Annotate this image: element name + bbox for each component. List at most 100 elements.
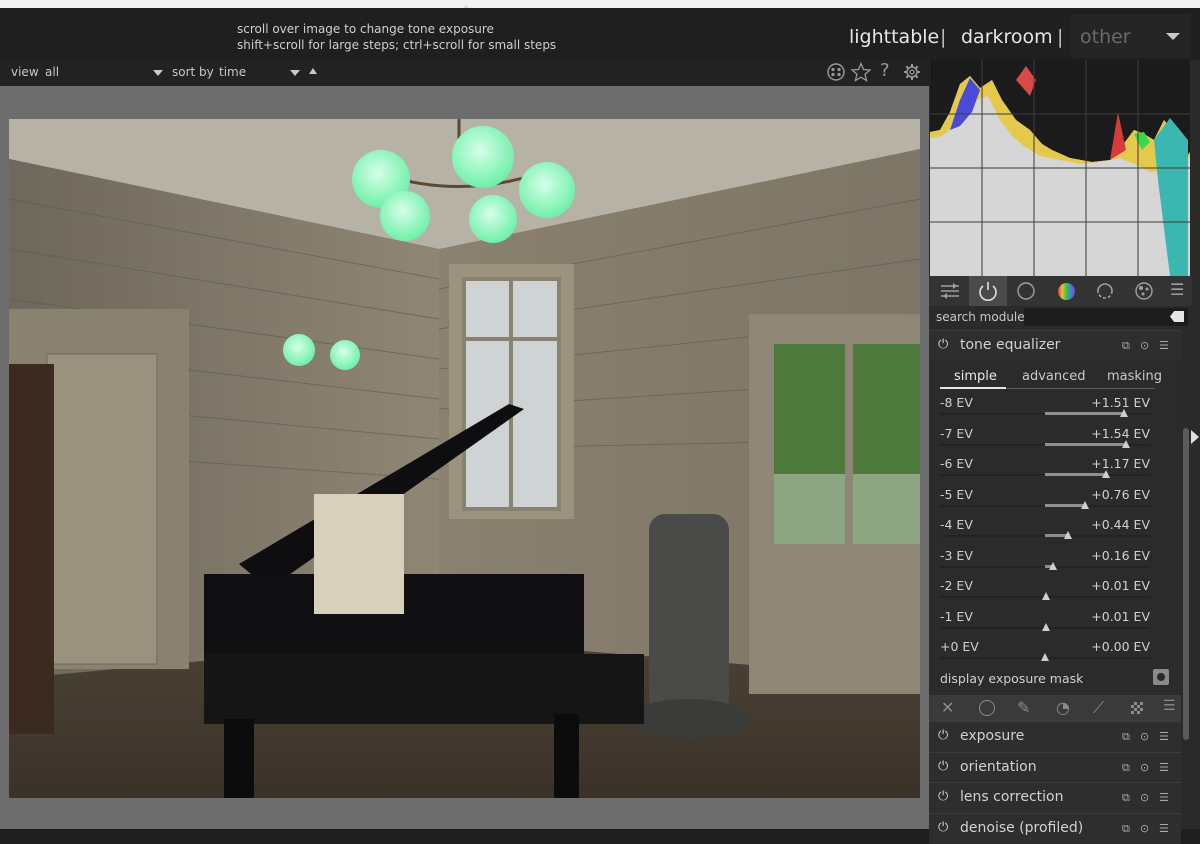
ev-slider-value: +0.00 EV [1091, 639, 1150, 654]
raster-icon[interactable] [1131, 702, 1143, 714]
ev-slider-label: +0 EV [940, 639, 979, 654]
close-x-icon[interactable]: ✕ [941, 698, 954, 717]
color-palette-icon[interactable] [827, 63, 845, 81]
power-icon[interactable] [969, 276, 1007, 306]
ev-slider-value: +0.16 EV [1091, 547, 1150, 563]
menu-icon[interactable]: ☰ [1163, 698, 1176, 714]
power-icon[interactable]: ⏻ [938, 820, 948, 835]
pencil-icon[interactable]: ✎ [1017, 698, 1030, 717]
tab-advanced[interactable]: advanced [1022, 369, 1086, 384]
module-menu-icon[interactable]: ☰ [1159, 822, 1169, 835]
blend-mask-toolbar [929, 695, 1181, 721]
reset-icon[interactable]: ⊙ [1140, 791, 1149, 804]
module-title: lens correction [960, 789, 1064, 805]
other-views-label: other [1080, 26, 1131, 48]
filter-bar [0, 60, 928, 86]
sort-by-label: sort by [172, 65, 214, 79]
search-module-input[interactable] [1024, 308, 1188, 326]
power-icon[interactable]: ⏻ [938, 728, 948, 743]
sort-order-up-icon[interactable] [309, 68, 317, 74]
sliders-icon[interactable] [931, 276, 969, 306]
active-tab-indicator [940, 387, 1006, 389]
module-title: exposure [960, 728, 1025, 744]
ev-slider-fill [1045, 473, 1107, 476]
chevron-down-icon[interactable] [153, 70, 163, 76]
ev-slider-handle[interactable] [1080, 500, 1089, 509]
effect-icon[interactable] [1125, 276, 1163, 306]
right-panel-scrollbar[interactable] [1183, 428, 1189, 740]
chevron-down-icon[interactable] [290, 70, 300, 76]
ev-slider-label: -4 EV [940, 517, 973, 532]
ev-slider-label: -6 EV [940, 456, 973, 471]
display-exposure-mask-label: display exposure mask [940, 671, 1084, 686]
color-wheel-icon[interactable] [1047, 276, 1085, 306]
view-filter-label: view [11, 65, 39, 79]
reset-icon[interactable]: ⊙ [1140, 761, 1149, 774]
view-separator: | [940, 26, 947, 48]
module-menu-icon[interactable]: ☰ [1159, 339, 1169, 352]
collapse-right-arrow-icon[interactable] [1191, 430, 1199, 444]
module-menu-icon[interactable]: ☰ [1159, 791, 1169, 804]
settings-gear-icon[interactable] [903, 63, 921, 81]
presets-icon[interactable]: ⧉ [1122, 730, 1130, 744]
ev-slider-value: +1.54 EV [1091, 425, 1150, 441]
ev-slider-handle[interactable] [1041, 592, 1050, 600]
ev-slider-label: -3 EV [940, 547, 973, 563]
hint-line-2: shift+scroll for large steps; ctrl+scrol… [237, 38, 557, 52]
power-icon[interactable]: ⏻ [938, 789, 948, 804]
tab-masking[interactable]: masking [1107, 369, 1162, 384]
ev-slider-fill [1045, 442, 1126, 446]
top-panel-collapse-strip [0, 0, 1200, 8]
ev-slider-value: +0.01 EV [1091, 608, 1150, 624]
view-separator: | [1057, 26, 1064, 48]
ev-slider-label: -5 EV [940, 486, 973, 502]
search-module-label: search module [936, 310, 1025, 324]
module-menu-icon[interactable]: ☰ [1159, 761, 1169, 774]
reset-icon[interactable]: ⊙ [1140, 822, 1149, 835]
ev-slider-handle[interactable] [1049, 561, 1058, 570]
ev-slider-handle[interactable] [1121, 439, 1130, 448]
ev-slider-handle[interactable] [1064, 531, 1073, 539]
presets-icon[interactable]: ⧉ [1122, 791, 1130, 805]
menu-icon[interactable]: ☰ [1170, 280, 1184, 299]
gradient-icon[interactable]: ◔ [1056, 698, 1070, 717]
power-icon[interactable]: ⏻ [938, 337, 948, 352]
ev-slider-handle[interactable] [1041, 622, 1050, 631]
photo-preview[interactable] [9, 119, 920, 798]
help-icon[interactable]: ? [880, 60, 890, 81]
view-lighttable-link[interactable]: lighttable [849, 26, 939, 48]
ev-slider-label: -8 EV [940, 395, 973, 410]
presets-icon[interactable]: ⧉ [1122, 339, 1130, 353]
chevron-down-icon [1166, 33, 1180, 40]
ev-slider-handle[interactable] [1120, 409, 1129, 417]
ev-slider-value: +1.51 EV [1091, 395, 1150, 410]
circle-shape-icon[interactable] [979, 700, 995, 716]
tab-simple[interactable]: simple [954, 369, 997, 384]
ev-slider-label: -1 EV [940, 608, 973, 624]
ev-slider-handle[interactable] [1041, 653, 1049, 661]
ev-slider-label: -7 EV [940, 425, 973, 441]
star-icon[interactable] [851, 62, 871, 82]
reset-icon[interactable]: ⊙ [1140, 730, 1149, 743]
view-filter-select[interactable]: all [45, 65, 59, 79]
ev-slider-value: +0.01 EV [1091, 578, 1150, 593]
ev-slider-label: -2 EV [940, 578, 973, 593]
ev-slider-fill [1045, 412, 1125, 415]
ev-slider-handle[interactable] [1102, 470, 1111, 478]
reset-icon[interactable]: ⊙ [1140, 339, 1149, 352]
power-icon[interactable]: ⏻ [938, 759, 948, 774]
ev-slider-value: +1.17 EV [1091, 456, 1150, 471]
ev-slider-value: +0.76 EV [1091, 486, 1150, 502]
histogram[interactable] [930, 60, 1190, 276]
hint-line-1: scroll over image to change tone exposur… [237, 22, 494, 36]
module-title: denoise (profiled) [960, 819, 1084, 836]
module-title: orientation [960, 758, 1037, 775]
mask-toggle-icon [1157, 673, 1165, 681]
view-darkroom-link[interactable]: darkroom [961, 26, 1053, 48]
circle-icon[interactable] [1007, 276, 1045, 306]
parametric-icon[interactable]: ⟋ [1093, 698, 1104, 718]
sort-by-select[interactable]: time [219, 65, 246, 79]
correct-icon[interactable] [1086, 276, 1124, 306]
module-menu-icon[interactable]: ☰ [1159, 730, 1169, 743]
presets-icon[interactable]: ⧉ [1122, 761, 1130, 775]
